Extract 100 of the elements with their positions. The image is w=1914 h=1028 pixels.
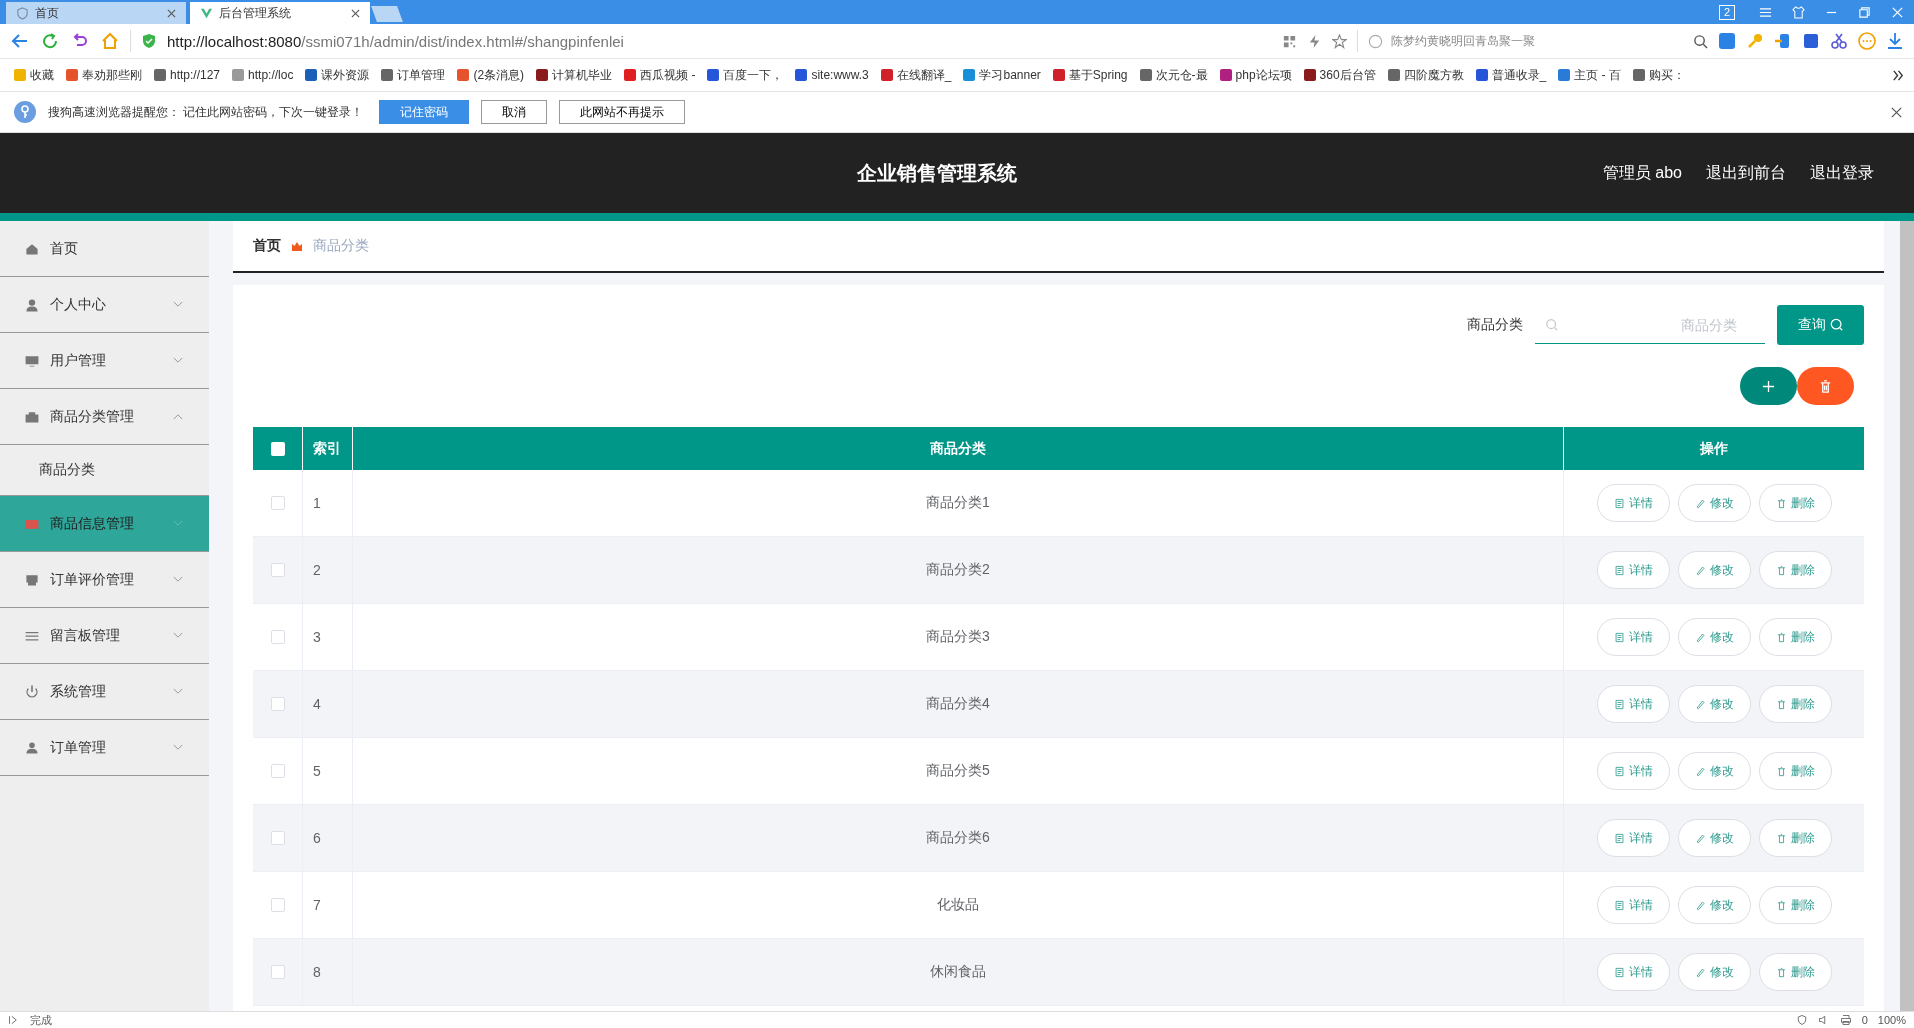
sidebar-item[interactable]: 订单管理 <box>0 720 209 776</box>
sidebar-item[interactable]: 系统管理 <box>0 664 209 720</box>
trash-icon <box>1775 497 1787 509</box>
row-action-button[interactable]: 详情 <box>1596 752 1670 790</box>
sidebar-item[interactable]: 商品信息管理 <box>0 496 209 552</box>
row-checkbox[interactable] <box>270 630 285 644</box>
bookmark-link[interactable]: 在线翻译_ <box>874 66 958 84</box>
home-icon[interactable] <box>100 31 120 51</box>
qr-code-icon[interactable] <box>1282 33 1297 49</box>
bookmark-link[interactable]: 次元仓-最 <box>1133 66 1214 84</box>
select-all-checkbox[interactable] <box>270 441 285 456</box>
menu-icon[interactable] <box>1759 5 1772 19</box>
printer-icon[interactable] <box>1839 1014 1852 1026</box>
row-checkbox[interactable] <box>270 563 285 577</box>
row-checkbox[interactable] <box>270 764 285 778</box>
sidebar-item[interactable]: 订单评价管理 <box>0 552 209 608</box>
close-icon[interactable] <box>351 8 360 18</box>
query-button[interactable]: 查询 <box>1777 305 1864 345</box>
download-count[interactable]: 0 <box>1861 1014 1868 1026</box>
breadcrumb-link[interactable]: 首页 <box>253 237 281 255</box>
row-action-button[interactable]: 删除 <box>1758 618 1832 656</box>
row-action-button[interactable]: 详情 <box>1596 819 1670 857</box>
panel-icon[interactable] <box>8 1014 20 1026</box>
bookmark-link[interactable]: 360后台管 <box>1297 66 1382 84</box>
row-checkbox[interactable] <box>270 965 285 979</box>
search-icon[interactable] <box>1693 33 1708 49</box>
row-action-button[interactable]: 删除 <box>1758 886 1832 924</box>
row-action-button[interactable]: 删除 <box>1758 752 1832 790</box>
sidebar-item[interactable]: 留言板管理 <box>0 608 209 664</box>
zoom-level[interactable]: 100% <box>1877 1014 1906 1026</box>
browser-tab[interactable]: 首页 <box>6 2 186 24</box>
bookmark-link[interactable]: 四阶魔方教 <box>1381 66 1470 84</box>
row-action-button[interactable]: 详情 <box>1596 551 1670 589</box>
bookmark-link[interactable]: 学习banner <box>957 66 1047 84</box>
bookmark-link[interactable]: http://loc <box>226 68 300 82</box>
bookmark-link[interactable]: 奉劝那些刚 <box>60 66 148 84</box>
row-checkbox[interactable] <box>270 697 285 711</box>
sidebar-item[interactable]: 首页 <box>0 221 209 277</box>
row-action-button[interactable]: 修改 <box>1677 685 1751 723</box>
row-action-button[interactable]: 删除 <box>1758 685 1832 723</box>
row-action-button[interactable]: 修改 <box>1677 484 1751 522</box>
category-search-field[interactable]: 商品分类 <box>1535 306 1765 344</box>
bookmark-link[interactable]: 主页 - 百 <box>1552 66 1627 84</box>
bookmark-link[interactable]: 订单管理 <box>375 66 452 84</box>
shield-icon[interactable] <box>1795 1014 1808 1026</box>
row-action-button[interactable]: 详情 <box>1596 886 1670 924</box>
scissors-icon[interactable] <box>1830 32 1848 50</box>
row-action-button[interactable]: 详情 <box>1596 685 1670 723</box>
sidebar-item[interactable]: 个人中心 <box>0 277 209 333</box>
bookmark-link[interactable]: 收藏 <box>8 66 60 84</box>
notice-button[interactable]: 取消 <box>481 100 548 124</box>
key-icon[interactable] <box>1746 32 1764 50</box>
download-icon[interactable] <box>1886 32 1904 50</box>
delete-button[interactable] <box>1797 367 1854 405</box>
scrollbar[interactable] <box>1900 221 1914 1011</box>
bookmark-link[interactable]: http://127 <box>148 68 227 82</box>
browser-tab[interactable]: 后台管理系统 <box>190 2 370 24</box>
row-action-button[interactable]: 修改 <box>1677 953 1751 991</box>
bookmark-link[interactable]: site:www.3 <box>789 68 875 82</box>
sidebar-item[interactable]: 用户管理 <box>0 333 209 389</box>
bookmark-link[interactable]: 课外资源 <box>299 66 376 84</box>
row-action-button[interactable]: 修改 <box>1677 551 1751 589</box>
bookmark-link[interactable]: 普通收录_ <box>1469 66 1553 84</box>
add-button[interactable] <box>1740 367 1797 405</box>
search-field[interactable]: 陈梦约黄晓明回青岛聚一聚 <box>1357 30 1708 52</box>
star-icon[interactable] <box>1332 33 1347 49</box>
row-action-button[interactable]: 修改 <box>1677 752 1751 790</box>
row-action-button[interactable]: 删除 <box>1758 819 1832 857</box>
bookmark-link[interactable]: 百度一下， <box>701 66 790 84</box>
more-icon[interactable] <box>1858 32 1876 50</box>
row-action-button[interactable]: 删除 <box>1758 953 1832 991</box>
bookmark-link[interactable]: php论坛项 <box>1213 66 1298 84</box>
new-tab-button[interactable] <box>371 6 403 22</box>
address-field[interactable]: http://localhost:8080/ssmi071h/admin/dist/index.html#/shangpinfenlei <box>130 30 1347 52</box>
device-icon[interactable] <box>1774 32 1792 50</box>
row-action-button[interactable]: 详情 <box>1596 953 1670 991</box>
row-action-button[interactable]: 详情 <box>1596 484 1670 522</box>
bookmark-link[interactable]: 计算机毕业 <box>530 66 619 84</box>
bookmark-link[interactable]: 基于Spring <box>1046 66 1134 84</box>
close-icon[interactable] <box>167 8 176 18</box>
row-action-button[interactable]: 删除 <box>1758 484 1832 522</box>
header-link[interactable]: 退出登录 <box>1810 162 1874 184</box>
notice-button[interactable]: 此网站不再提示 <box>559 100 686 124</box>
pencil-icon <box>1694 765 1706 777</box>
row-checkbox[interactable] <box>270 898 285 912</box>
row-action-button[interactable]: 修改 <box>1677 819 1751 857</box>
sidebar-item[interactable]: 商品分类管理 <box>0 389 209 445</box>
row-action-button[interactable]: 修改 <box>1677 618 1751 656</box>
row-action-button[interactable]: 详情 <box>1596 618 1670 656</box>
row-checkbox[interactable] <box>270 496 285 510</box>
bookmark-link[interactable]: 西瓜视频 - <box>618 66 702 84</box>
bookmark-link[interactable]: (2条消息) <box>451 66 531 84</box>
row-action-button[interactable]: 修改 <box>1677 886 1751 924</box>
bookmark-link[interactable]: 购买： <box>1626 66 1691 84</box>
shirt-icon[interactable] <box>1792 5 1805 19</box>
row-checkbox[interactable] <box>270 831 285 845</box>
restore-icon[interactable] <box>1858 5 1871 19</box>
refresh-icon[interactable] <box>40 31 60 51</box>
header-link[interactable]: 退出到前台 <box>1706 162 1786 184</box>
row-action-button[interactable]: 删除 <box>1758 551 1832 589</box>
